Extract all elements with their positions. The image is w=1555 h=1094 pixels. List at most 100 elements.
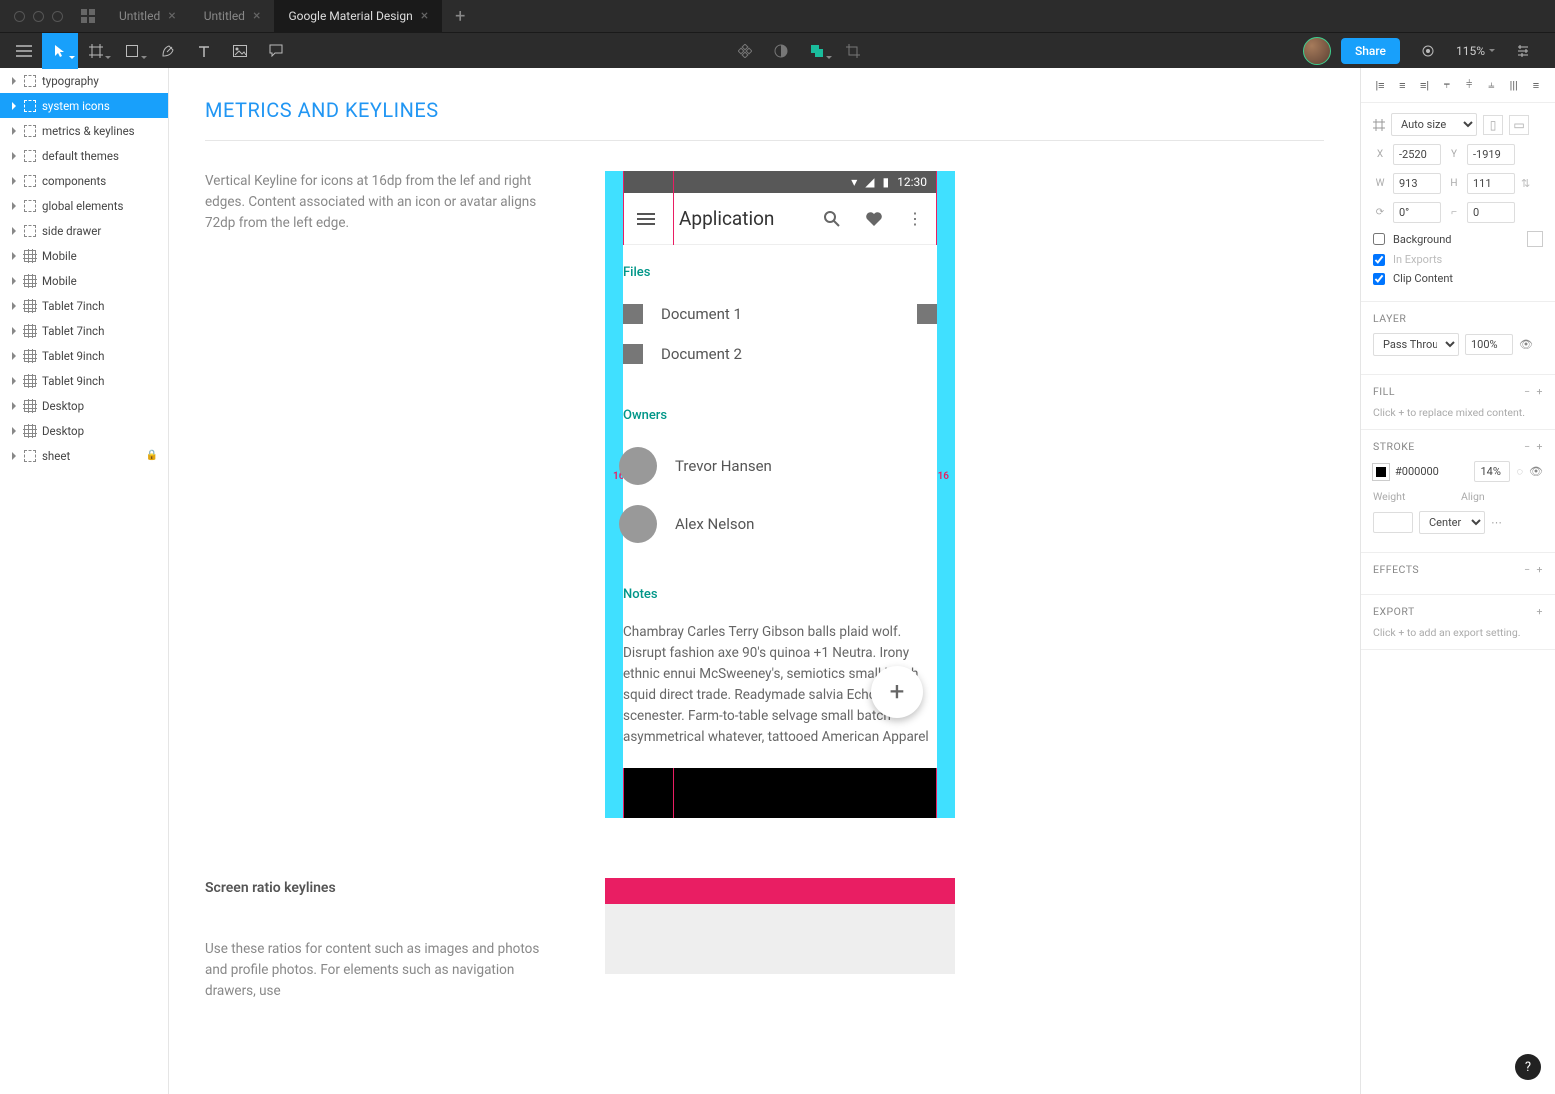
minus-icon[interactable]: − <box>1524 385 1531 398</box>
lock-ratio-icon[interactable]: ⇅ <box>1521 177 1530 190</box>
more-icon[interactable]: ⋯ <box>1491 516 1502 529</box>
h-input[interactable] <box>1467 173 1515 194</box>
caret-icon[interactable] <box>10 402 18 410</box>
caret-icon[interactable] <box>10 252 18 260</box>
caret-icon[interactable] <box>10 202 18 210</box>
caret-icon[interactable] <box>10 227 18 235</box>
tab-1[interactable]: Untitled× <box>190 0 275 32</box>
opacity-input[interactable] <box>1465 334 1513 355</box>
droplet-icon[interactable]: ◌ <box>1516 465 1523 478</box>
layer-row[interactable]: Tablet 9inch <box>0 343 168 368</box>
pen-tool[interactable] <box>150 33 186 69</box>
max-dot[interactable] <box>52 11 63 22</box>
bg-checkbox[interactable] <box>1373 233 1385 245</box>
close-icon[interactable]: × <box>253 8 260 24</box>
layer-row[interactable]: sheet🔒 <box>0 443 168 468</box>
layer-row[interactable]: Tablet 9inch <box>0 368 168 393</box>
tab-0[interactable]: Untitled× <box>105 0 190 32</box>
boolean-tool[interactable] <box>799 33 835 69</box>
stroke-hex[interactable]: #000000 <box>1395 465 1468 478</box>
caret-icon[interactable] <box>10 327 18 335</box>
shape-tool[interactable] <box>114 33 150 69</box>
image-tool[interactable] <box>222 33 258 69</box>
layer-row[interactable]: Mobile <box>0 268 168 293</box>
layer-row[interactable]: default themes <box>0 143 168 168</box>
caret-icon[interactable] <box>10 427 18 435</box>
canvas[interactable]: METRICS AND KEYLINES Vertical Keyline fo… <box>169 68 1360 1094</box>
align-top-icon[interactable]: ⫧ <box>1440 78 1454 92</box>
layer-row[interactable]: typography <box>0 68 168 93</box>
stroke-swatch[interactable] <box>1373 464 1389 480</box>
caret-icon[interactable] <box>10 377 18 385</box>
align-hcenter-icon[interactable]: ≡ <box>1395 78 1409 92</box>
caret-icon[interactable] <box>10 77 18 85</box>
caret-icon[interactable] <box>10 302 18 310</box>
distribute-v-icon[interactable]: ≡ <box>1529 78 1543 92</box>
blend-select[interactable]: Pass Through <box>1373 333 1459 356</box>
align-left-icon[interactable]: |≡ <box>1373 78 1387 92</box>
close-icon[interactable]: × <box>168 8 175 24</box>
plus-icon[interactable]: + <box>1537 563 1543 576</box>
visibility-icon[interactable]: 👁 <box>1529 465 1543 478</box>
x-input[interactable] <box>1393 144 1441 165</box>
minus-icon[interactable]: − <box>1524 440 1531 453</box>
frame-preset-select[interactable]: Auto size <box>1391 113 1477 136</box>
layer-row[interactable]: metrics & keylines <box>0 118 168 143</box>
list-item[interactable]: Trevor Hansen <box>623 437 937 495</box>
zoom-level[interactable]: 115% <box>1456 44 1495 58</box>
action-icon[interactable] <box>917 304 937 324</box>
close-icon[interactable]: × <box>421 8 428 24</box>
help-button[interactable]: ? <box>1515 1054 1541 1080</box>
list-item[interactable]: Alex Nelson <box>623 495 937 553</box>
stroke-opacity-input[interactable] <box>1474 461 1510 482</box>
caret-icon[interactable] <box>10 152 18 160</box>
minus-icon[interactable]: − <box>1524 563 1531 576</box>
bg-swatch[interactable] <box>1527 231 1543 247</box>
align-right-icon[interactable]: ≡| <box>1418 78 1432 92</box>
min-dot[interactable] <box>33 11 44 22</box>
caret-icon[interactable] <box>10 102 18 110</box>
layer-row[interactable]: system icons <box>0 93 168 118</box>
layer-row[interactable]: Tablet 7inch <box>0 318 168 343</box>
layer-row[interactable]: side drawer <box>0 218 168 243</box>
crop-tool[interactable] <box>835 33 871 69</box>
align-vcenter-icon[interactable]: ⫩ <box>1462 78 1476 92</box>
caret-icon[interactable] <box>10 177 18 185</box>
share-button[interactable]: Share <box>1341 38 1400 64</box>
overflow-icon[interactable]: ⋮ <box>907 209 923 228</box>
orient-portrait[interactable]: ▯ <box>1483 115 1503 135</box>
visibility-icon[interactable]: 👁 <box>1519 338 1533 351</box>
mask-tool[interactable] <box>763 33 799 69</box>
caret-icon[interactable] <box>10 352 18 360</box>
layer-row[interactable]: global elements <box>0 193 168 218</box>
list-item[interactable]: Document 2 <box>623 334 937 374</box>
move-tool[interactable] <box>42 33 78 69</box>
layer-row[interactable]: Mobile <box>0 243 168 268</box>
plus-icon[interactable]: + <box>1537 385 1543 398</box>
layer-row[interactable]: Tablet 7inch <box>0 293 168 318</box>
text-tool[interactable] <box>186 33 222 69</box>
close-dot[interactable] <box>14 11 25 22</box>
hamburger-icon[interactable] <box>637 213 655 225</box>
caret-icon[interactable] <box>10 277 18 285</box>
frame-tool[interactable] <box>78 33 114 69</box>
y-input[interactable] <box>1467 144 1515 165</box>
w-input[interactable] <box>1393 173 1441 194</box>
view-settings-icon[interactable] <box>1505 33 1541 69</box>
present-icon[interactable] <box>1410 33 1446 69</box>
layer-row[interactable]: Desktop <box>0 393 168 418</box>
align-bottom-icon[interactable]: ⫨ <box>1484 78 1498 92</box>
radius-input[interactable] <box>1467 202 1515 223</box>
inexports-checkbox[interactable] <box>1373 254 1385 266</box>
stroke-align-select[interactable]: Center <box>1419 511 1485 534</box>
plus-icon[interactable]: + <box>1537 605 1543 618</box>
lock-icon[interactable]: 🔒 <box>146 450 158 461</box>
heart-icon[interactable] <box>865 211 883 227</box>
layer-row[interactable]: components <box>0 168 168 193</box>
list-item[interactable]: Document 1 <box>623 294 937 334</box>
component-tool[interactable] <box>727 33 763 69</box>
fab-button[interactable]: + <box>871 666 923 718</box>
orient-landscape[interactable]: ▭ <box>1509 115 1529 135</box>
user-avatar[interactable] <box>1303 37 1331 65</box>
stroke-weight-input[interactable] <box>1373 512 1413 533</box>
